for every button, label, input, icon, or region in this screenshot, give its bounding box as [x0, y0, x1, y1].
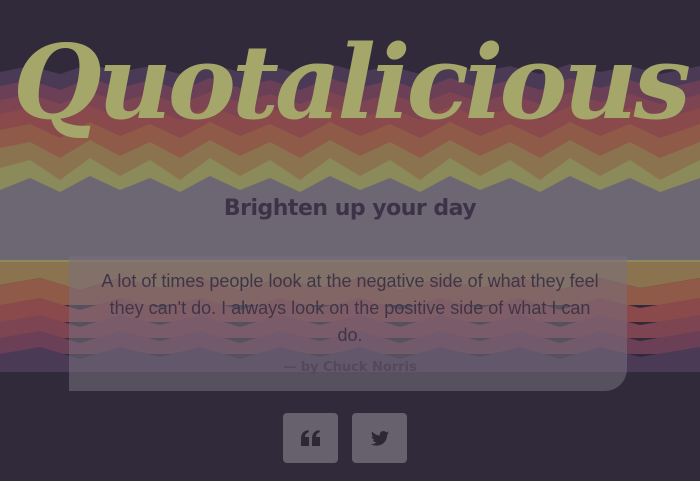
new-quote-button[interactable] — [283, 413, 338, 463]
twitter-icon — [370, 430, 389, 446]
tagline: Brighten up your day — [223, 196, 477, 221]
quote-text: A lot of times people look at the negati… — [101, 271, 599, 345]
quote-app: Quotalicious Brighten up your day A lot … — [0, 0, 700, 481]
tweet-quote-button[interactable] — [352, 413, 407, 463]
quote-left-icon — [300, 430, 321, 446]
quote-author: — by Chuck Norris — [283, 360, 417, 375]
app-logo: Quotalicious — [12, 23, 691, 143]
